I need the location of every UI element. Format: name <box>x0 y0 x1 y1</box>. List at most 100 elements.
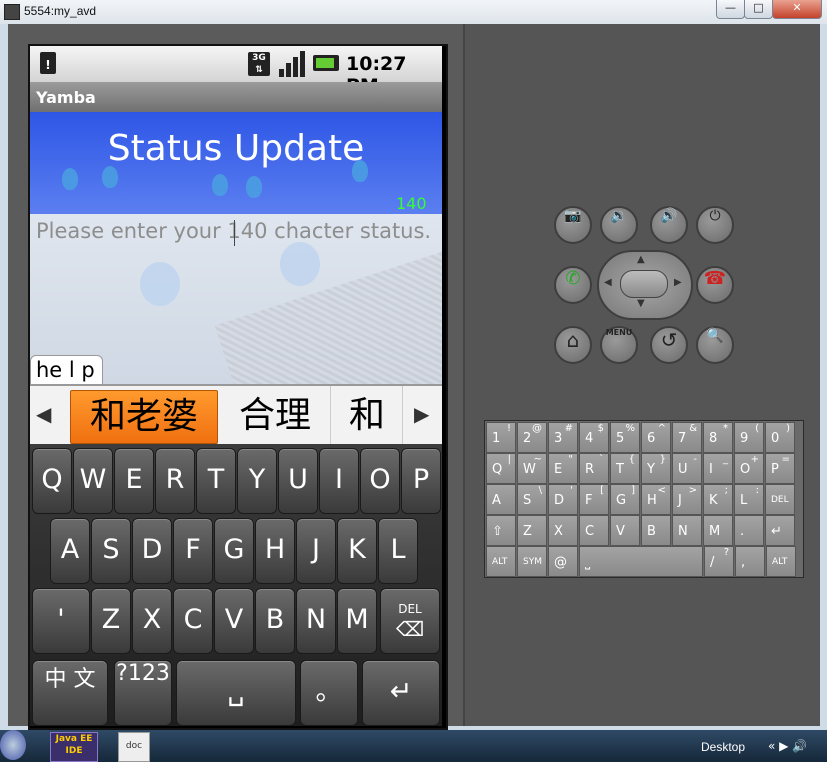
hw-key[interactable]: Q | <box>486 453 516 484</box>
candidate-scroll-right-icon[interactable]: ▶ <box>414 402 429 426</box>
key-apostrophe[interactable]: ' <box>32 588 90 654</box>
hw-key[interactable]: @ <box>548 546 578 577</box>
key-a[interactable]: A <box>50 518 90 584</box>
hw-key[interactable]: P = <box>765 453 795 484</box>
hw-key[interactable]: 0) <box>765 422 795 453</box>
hw-key[interactable]: Y} <box>641 453 671 484</box>
hw-key[interactable]: R ` <box>579 453 609 484</box>
key-r[interactable]: R <box>155 448 195 514</box>
hw-key[interactable]: W ~ <box>517 453 547 484</box>
hw-key[interactable]: ⇧ <box>486 515 516 546</box>
hw-key[interactable]: V <box>610 515 640 546</box>
key-n[interactable]: N <box>296 588 336 654</box>
volume-down-button[interactable]: 🔉 <box>600 206 638 244</box>
key-d[interactable]: D <box>132 518 172 584</box>
key-w[interactable]: W <box>73 448 113 514</box>
key-b[interactable]: B <box>255 588 295 654</box>
candidate-item[interactable]: 和老婆 <box>70 390 218 444</box>
hw-key[interactable]: T{ <box>610 453 640 484</box>
hw-key[interactable]: U- <box>672 453 702 484</box>
hw-key[interactable]: /? <box>704 546 734 577</box>
hw-key[interactable]: 6 ^ <box>641 422 671 453</box>
key-l[interactable]: L <box>378 518 418 584</box>
power-button[interactable]: ⏻ <box>696 206 734 244</box>
hw-key[interactable]: O + <box>734 453 764 484</box>
home-button[interactable]: ⌂ <box>554 326 592 364</box>
hw-key[interactable]: S \ <box>517 484 547 515</box>
menu-button[interactable]: MENU <box>600 326 638 364</box>
hw-key[interactable]: , <box>735 546 765 577</box>
minimize-button[interactable]: — <box>716 0 745 19</box>
candidate-scroll-left-icon[interactable]: ◀ <box>36 402 51 426</box>
start-button[interactable] <box>0 730 26 760</box>
hw-key[interactable]: 1! <box>486 422 516 453</box>
key-j[interactable]: J <box>296 518 336 584</box>
hw-key[interactable]: 4 $ <box>579 422 609 453</box>
key-g[interactable]: G <box>214 518 254 584</box>
key-h[interactable]: H <box>255 518 295 584</box>
key-x[interactable]: X <box>132 588 172 654</box>
hw-key[interactable]: K; <box>703 484 733 515</box>
hw-key[interactable]: M <box>703 515 733 546</box>
hw-key[interactable]: E " <box>548 453 578 484</box>
key-delete[interactable]: DEL ⌫ <box>380 588 440 654</box>
key-space[interactable]: ␣ <box>176 660 296 726</box>
hw-key[interactable]: C <box>579 515 609 546</box>
hw-key[interactable]: 7 & <box>672 422 702 453</box>
key-s[interactable]: S <box>91 518 131 584</box>
close-button[interactable]: ✕ <box>772 0 822 19</box>
key-enter[interactable]: ↵ <box>362 660 440 726</box>
key-t[interactable]: T <box>196 448 236 514</box>
taskbar-java-ide-button[interactable]: Java EE IDE <box>50 732 98 762</box>
hw-key[interactable]: F[ <box>579 484 609 515</box>
hw-key[interactable]: DEL <box>765 484 795 515</box>
hw-key[interactable]: A <box>486 484 516 515</box>
hw-key[interactable]: X <box>548 515 578 546</box>
key-c[interactable]: C <box>173 588 213 654</box>
hw-key[interactable]: G] <box>610 484 640 515</box>
hw-key[interactable]: I _ <box>703 453 733 484</box>
hw-key[interactable]: D ' <box>548 484 578 515</box>
hw-key[interactable]: B <box>641 515 671 546</box>
hw-key[interactable]: ALT <box>486 546 516 577</box>
key-symbols[interactable]: ?123 <box>114 660 172 726</box>
dpad-left-icon[interactable]: ◀ <box>604 277 612 288</box>
key-p[interactable]: P <box>401 448 441 514</box>
candidate-item[interactable]: 和 <box>332 386 403 446</box>
key-z[interactable]: Z <box>91 588 131 654</box>
taskbar-document-button[interactable]: doc <box>118 732 150 762</box>
status-input[interactable] <box>36 216 436 246</box>
call-button[interactable]: ✆ <box>554 266 592 304</box>
candidate-item[interactable]: 合理 <box>220 386 331 446</box>
hw-key[interactable]: 3 # <box>548 422 578 453</box>
hw-key[interactable]: H < <box>641 484 671 515</box>
dpad-up-icon[interactable]: ▲ <box>637 254 645 265</box>
hw-key[interactable]: 8 * <box>703 422 733 453</box>
hw-key[interactable]: ↵ <box>765 515 795 546</box>
hw-key[interactable]: N <box>672 515 702 546</box>
end-call-button[interactable]: ☎ <box>696 266 734 304</box>
key-o[interactable]: O <box>360 448 400 514</box>
back-button[interactable]: ↺ <box>650 326 688 364</box>
dpad-right-icon[interactable]: ▶ <box>674 277 682 288</box>
hw-key[interactable]: 5% <box>610 422 640 453</box>
hw-key[interactable]: ALT <box>766 546 796 577</box>
key-m[interactable]: M <box>337 588 377 654</box>
camera-button[interactable]: 📷 <box>554 206 592 244</box>
key-f[interactable]: F <box>173 518 213 584</box>
key-e[interactable]: E <box>114 448 154 514</box>
key-period[interactable]: 。 <box>300 660 358 726</box>
hw-key[interactable]: ⎵ <box>579 546 703 577</box>
desktop-toolbar-label[interactable]: Desktop <box>701 740 745 754</box>
hw-key[interactable]: 2 @ <box>517 422 547 453</box>
key-u[interactable]: U <box>278 448 318 514</box>
hw-key[interactable]: . <box>734 515 764 546</box>
dpad-down-icon[interactable]: ▼ <box>637 298 645 309</box>
system-tray-icons[interactable]: « ▶ 🔊 <box>768 739 807 753</box>
search-button[interactable]: 🔍 <box>696 326 734 364</box>
key-k[interactable]: K <box>337 518 377 584</box>
dpad-center-button[interactable] <box>620 270 668 298</box>
key-y[interactable]: Y <box>237 448 277 514</box>
hw-key[interactable]: L: <box>734 484 764 515</box>
volume-up-button[interactable]: 🔊 <box>650 206 688 244</box>
